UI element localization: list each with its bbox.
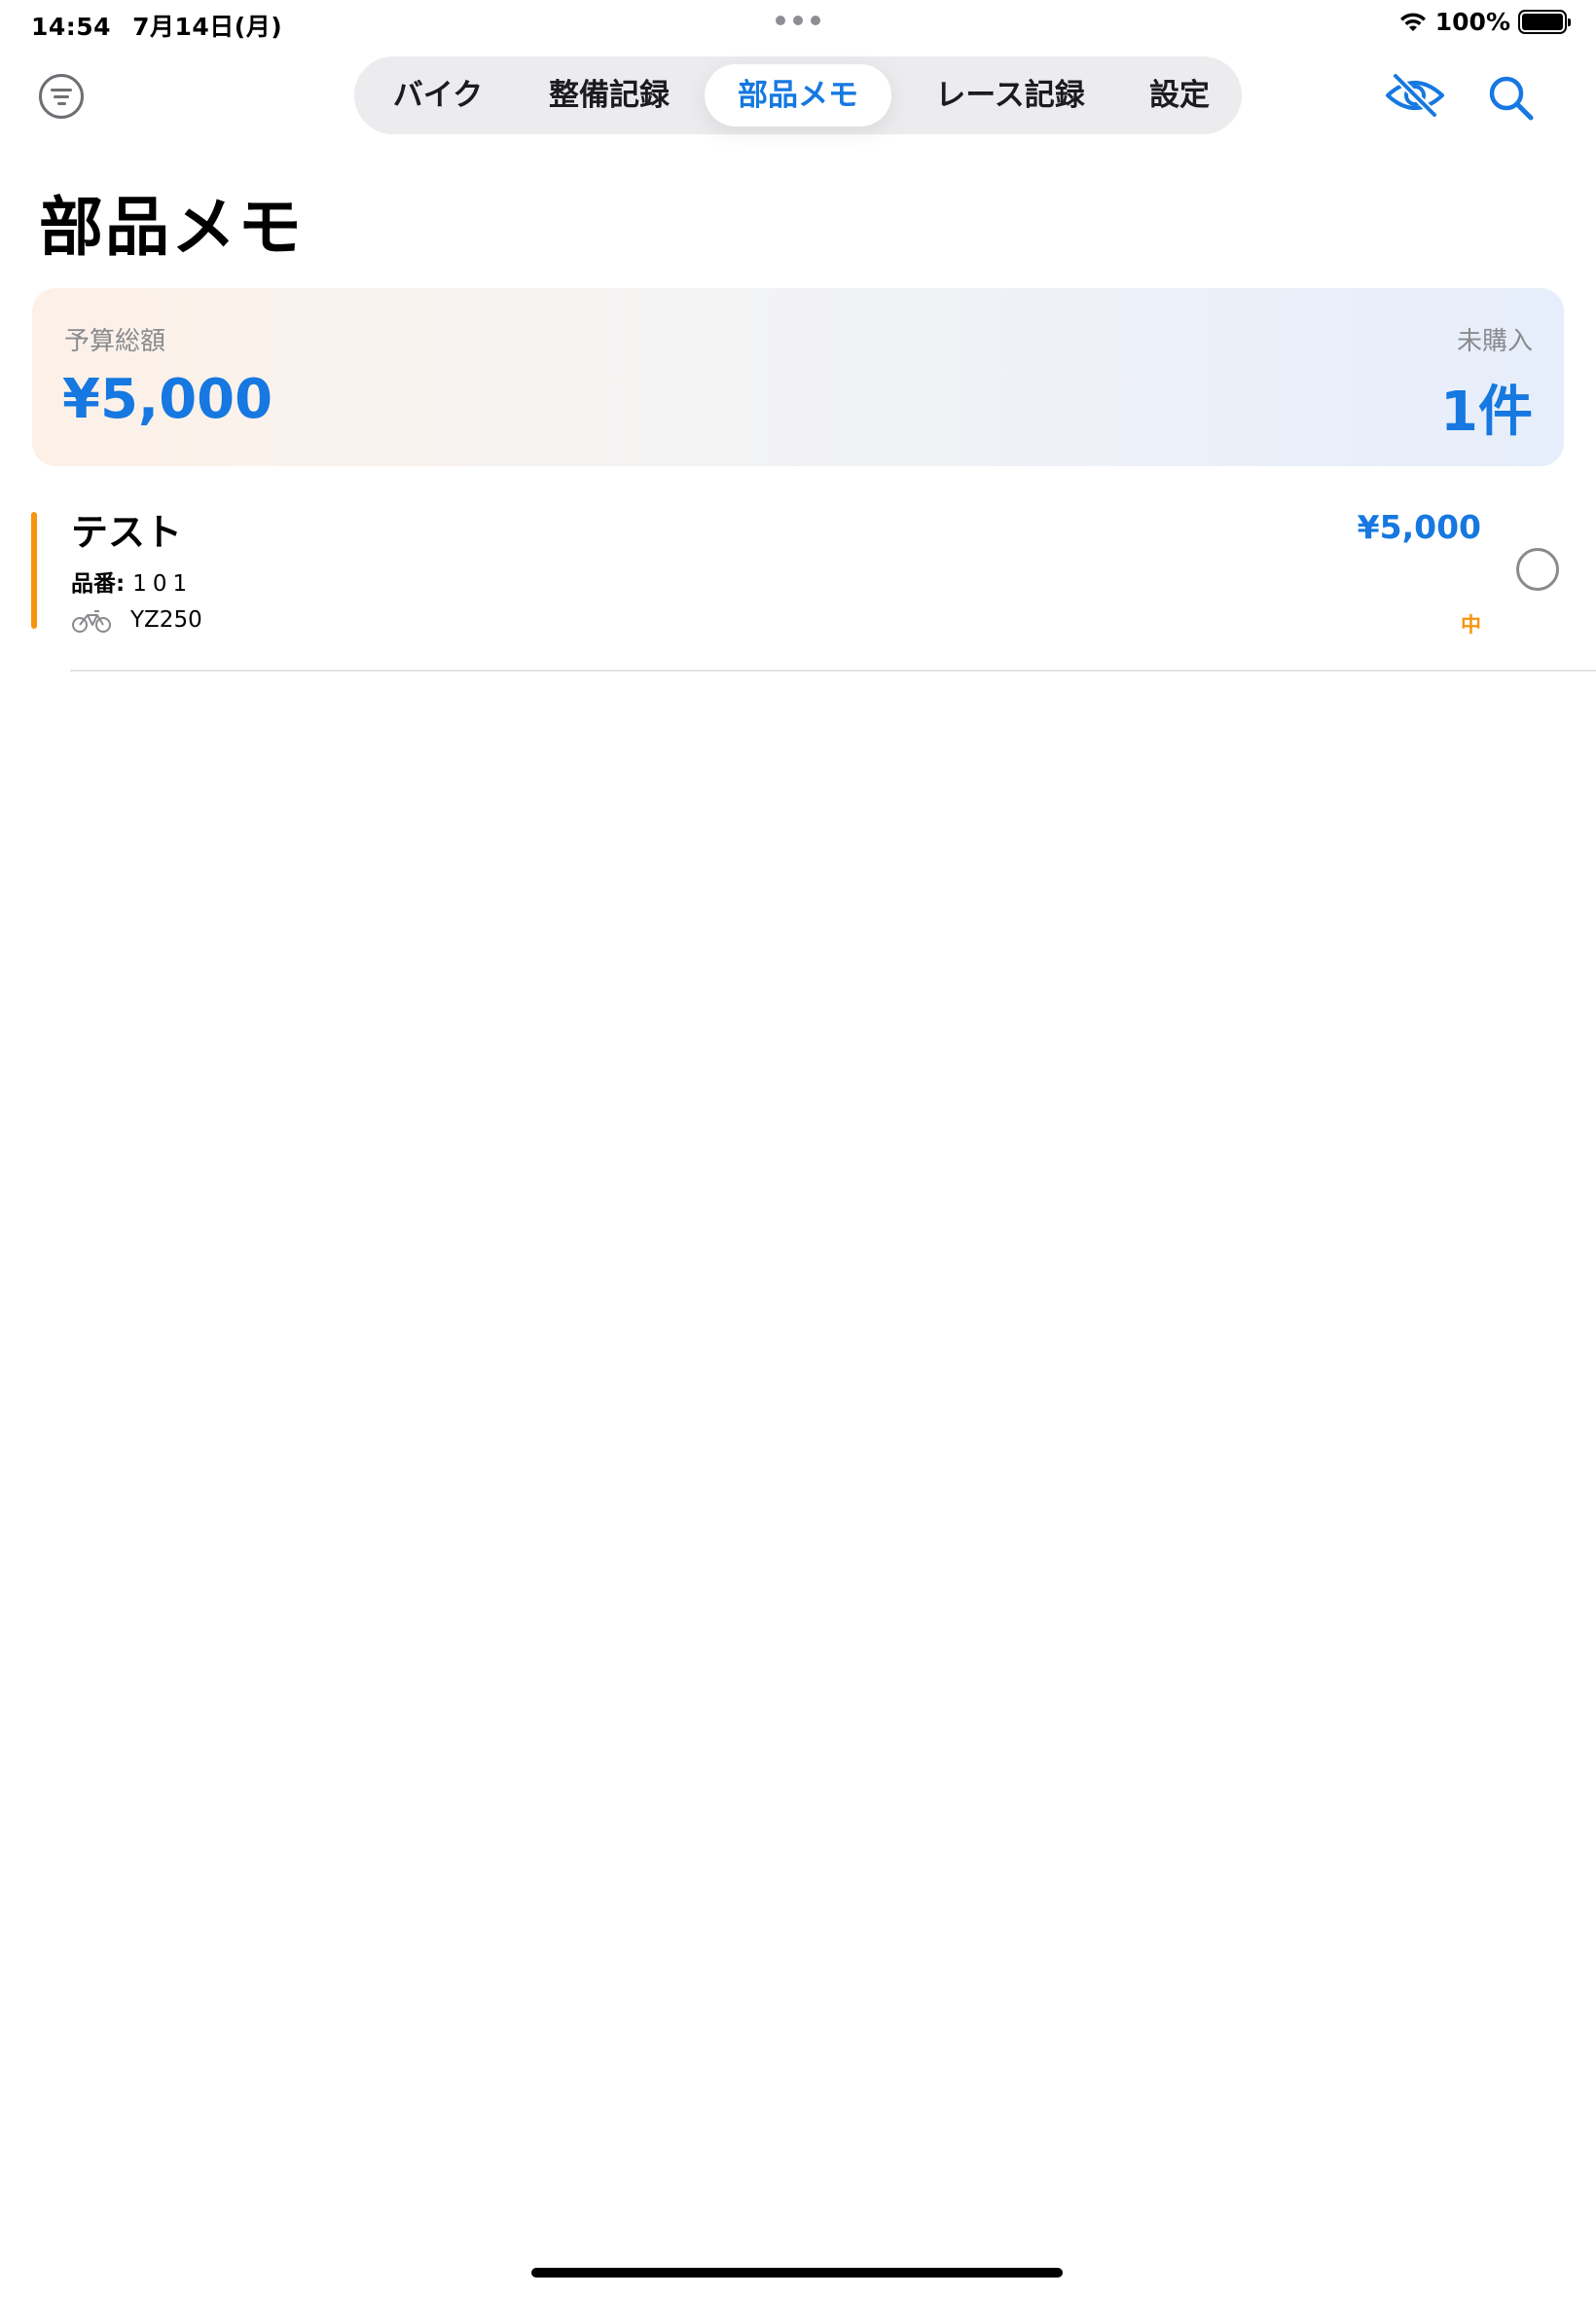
search-icon[interactable] [1487,74,1536,123]
purchased-checkbox[interactable] [1516,548,1559,591]
tab-race-records[interactable]: レース記録 [903,64,1117,127]
tab-bikes[interactable]: バイク [366,64,510,127]
tab-maintenance[interactable]: 整備記録 [522,64,697,127]
filter-icon[interactable] [39,74,84,119]
status-time: 14:54 7月14日(月) [31,8,282,43]
budget-value: ¥5,000 [62,368,273,431]
part-number-label: 品番: [71,571,126,597]
status-date: 7月14日(月) [132,13,283,41]
home-indicator[interactable] [531,2268,1063,2278]
item-priority: 中 [1461,613,1481,637]
page-title: 部品メモ [39,190,304,265]
tab-settings[interactable]: 設定 [1125,64,1234,127]
row-divider [70,670,1596,672]
tab-parts-memo[interactable]: 部品メモ [705,64,891,127]
item-part-number: 品番: 101 [71,565,193,598]
battery-percent: 100% [1434,8,1510,36]
unbought-count: 1件 [1440,381,1533,444]
part-number-value: 101 [132,571,194,597]
budget-label: 予算総額 [64,327,166,356]
status-right: 100% [1398,8,1571,36]
eye-slash-icon[interactable] [1384,72,1446,119]
priority-indicator [31,512,37,629]
item-bike: YZ250 [130,607,202,633]
item-price: ¥5,000 [1357,508,1481,546]
battery-icon [1518,10,1571,34]
bicycle-icon [72,610,111,633]
item-name: テスト [71,511,183,554]
status-bar: 14:54 7月14日(月) 100% [0,0,1596,47]
summary-card: 予算総額 ¥5,000 未購入 1件 [32,288,1564,466]
list-item[interactable]: テスト 品番: 101 YZ250 ¥5,000 中 [0,496,1596,676]
tab-bar: バイク 整備記録 部品メモ レース記録 設定 [354,56,1242,134]
multitasking-dots[interactable] [776,16,820,27]
wifi-icon [1399,12,1426,31]
unbought-label: 未購入 [1456,327,1533,356]
status-time-text: 14:54 [31,13,112,41]
